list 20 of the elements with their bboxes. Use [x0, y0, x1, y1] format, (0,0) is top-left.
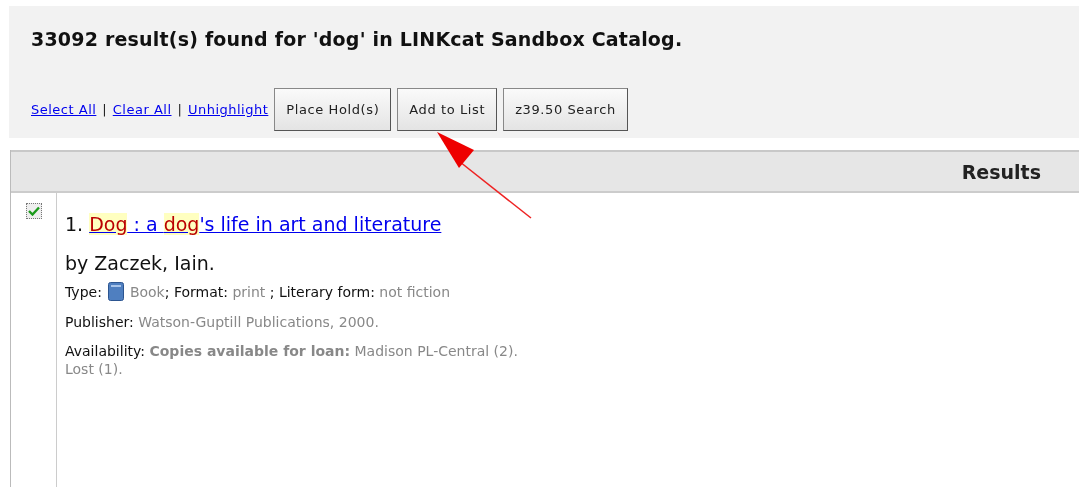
author-text: by Zaczek, Iain. — [65, 252, 216, 274]
book-icon — [107, 282, 124, 301]
select-checkbox[interactable] — [25, 203, 42, 219]
type-label: Type: — [65, 283, 102, 300]
action-button[interactable]: Add to List — [397, 88, 498, 131]
result-title-link[interactable]: Dog : a dog's life in art and literature — [89, 213, 442, 235]
separator: | — [102, 102, 107, 117]
results-header-label: Results — [961, 160, 1041, 183]
result-number: 1. — [65, 213, 84, 235]
separator: | — [177, 102, 182, 117]
action-button[interactable]: Place Hold(s) — [274, 88, 392, 131]
format-text: Book; Format: print ; Literary form: not fiction — [129, 283, 451, 300]
results-heading: 33092 result(s) found for 'dog' in LINKcat Sandbox Catalog. — [31, 28, 684, 50]
action-link[interactable]: Clear All — [112, 102, 172, 117]
action-button[interactable]: z39.50 Search — [503, 88, 628, 131]
availability-text: Availability: Copies available for loan: Madison PL-Central (2). — [65, 343, 518, 359]
action-link[interactable]: Unhighlight — [187, 102, 269, 117]
availability-text: Lost (1). — [65, 361, 124, 377]
action-link[interactable]: Select All — [31, 102, 97, 117]
publisher-text: Publisher: Watson-Guptill Publications, 2000. — [65, 314, 380, 330]
